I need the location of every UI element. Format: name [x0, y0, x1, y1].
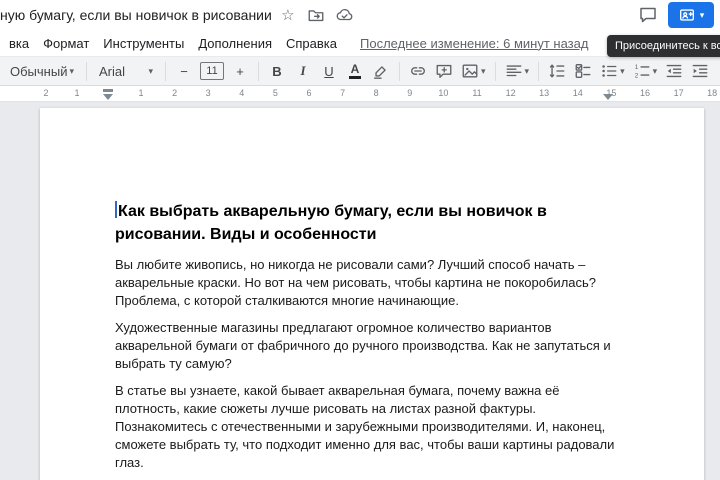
ruler-number: 13	[539, 88, 550, 98]
decrease-font-size-button[interactable]: −	[172, 59, 196, 83]
chevron-down-icon[interactable]: ▾	[700, 10, 705, 20]
decrease-indent-icon[interactable]	[662, 59, 686, 83]
paragraph-style-value: Обычный	[10, 63, 68, 79]
ruler-number: 2	[43, 88, 49, 98]
menu-item[interactable]: Формат	[36, 33, 96, 54]
cloud-status-icon[interactable]	[332, 3, 356, 27]
chevron-down-icon: ▾	[481, 65, 486, 76]
ruler-number: 8	[373, 88, 379, 98]
font-value: Arial	[99, 63, 126, 79]
ruler-number: 1	[138, 88, 144, 98]
ruler-number: 18	[707, 88, 718, 98]
toolbar-separator	[538, 61, 540, 81]
last-edited-link[interactable]: Последнее изменение: 6 минут назад	[360, 36, 588, 51]
chevron-down-icon: ▾	[620, 65, 625, 76]
toolbar-separator	[165, 61, 166, 81]
chevron-down-icon: ▾	[652, 65, 658, 76]
bold-button[interactable]: B	[265, 59, 289, 83]
star-icon[interactable]: ☆	[276, 3, 300, 27]
text-cursor	[115, 201, 117, 218]
menu-item[interactable]: Справка	[279, 33, 344, 54]
insert-link-icon[interactable]	[406, 59, 430, 83]
italic-button[interactable]: I	[291, 59, 315, 83]
numbered-list-icon[interactable]: 1 2 ▾	[630, 59, 661, 83]
ruler-number: 5	[272, 88, 278, 98]
chevron-down-icon: ▾	[524, 65, 530, 76]
line-spacing-icon[interactable]	[545, 59, 569, 83]
ruler-number: 10	[438, 88, 449, 98]
font-size-input[interactable]: 11	[200, 62, 224, 80]
first-line-indent-marker[interactable]	[103, 89, 113, 92]
ruler-number: 14	[572, 88, 583, 98]
menu-item[interactable]: Дополнения	[191, 33, 279, 54]
paragraph[interactable]: В статье вы узнаете, какой бывает акваре…	[115, 382, 615, 472]
heading-text: Как выбрать акварельную бумагу, если вы …	[115, 203, 547, 243]
text-color-bar	[349, 76, 361, 79]
comments-icon[interactable]	[636, 3, 660, 27]
toolbar: Обычный ▾ Arial ▾ − 11 + B I U A ▾ ▾ ▾ 1…	[0, 56, 720, 86]
ruler-number: 17	[673, 88, 684, 98]
left-indent-marker[interactable]	[103, 94, 113, 100]
increase-font-size-button[interactable]: +	[228, 59, 252, 83]
ruler-number: 3	[205, 88, 211, 98]
paragraph[interactable]: Вы любите живопись, но никогда не рисова…	[115, 256, 615, 310]
ruler-number: 7	[340, 88, 346, 98]
highlight-color-icon[interactable]	[369, 59, 393, 83]
text-color-button[interactable]: A	[343, 59, 367, 83]
svg-text:2: 2	[634, 72, 638, 79]
add-comment-icon[interactable]	[432, 59, 456, 83]
toolbar-separator	[258, 61, 259, 81]
bulleted-list-icon[interactable]: ▾	[597, 59, 628, 83]
toolbar-separator	[494, 61, 496, 81]
doc-body: Вы любите живопись, но никогда не рисова…	[115, 256, 615, 480]
ruler-number: 11	[472, 88, 482, 98]
ruler-number: 4	[239, 88, 245, 98]
document-heading[interactable]: Как выбрать акварельную бумагу, если вы …	[115, 200, 615, 246]
svg-text:1: 1	[634, 64, 638, 71]
paragraph[interactable]: Художественные магазины предлагают огром…	[115, 319, 615, 373]
align-left-icon[interactable]: ▾	[502, 59, 533, 83]
checklist-icon[interactable]	[571, 59, 595, 83]
move-folder-icon[interactable]	[304, 3, 328, 27]
join-call-button[interactable]: ▾	[668, 2, 714, 28]
document-canvas[interactable]: Как выбрать акварельную бумагу, если вы …	[0, 102, 720, 480]
insert-image-icon[interactable]: ▾	[458, 59, 489, 83]
chevron-down-icon: ▾	[148, 65, 153, 76]
menu-item[interactable]: Инструменты	[96, 33, 191, 54]
menu-item[interactable]: вка	[2, 33, 36, 54]
ruler-number: 15	[606, 88, 617, 98]
toolbar-separator	[86, 61, 87, 81]
join-call-tooltip: Присоединитесь к вс	[607, 35, 720, 57]
document-title[interactable]: ную бумагу, если вы новичок в рисовании	[0, 7, 272, 23]
ruler-number: 1	[74, 88, 80, 98]
paragraph-style-selector[interactable]: Обычный ▾	[4, 59, 80, 83]
titlebar-right-actions: ▾	[632, 2, 714, 28]
page[interactable]: Как выбрать акварельную бумагу, если вы …	[40, 108, 704, 480]
increase-indent-icon[interactable]	[688, 59, 712, 83]
underline-button[interactable]: U	[317, 59, 341, 83]
titlebar: ную бумагу, если вы новичок в рисовании …	[0, 0, 720, 57]
ruler-number: 12	[505, 88, 516, 98]
toolbar-separator	[399, 61, 400, 81]
google-docs-window: ную бумагу, если вы новичок в рисовании …	[0, 0, 720, 480]
ruler-number: 2	[172, 88, 178, 98]
text-color-letter: A	[350, 62, 360, 76]
ruler-number: 6	[306, 88, 312, 98]
chevron-down-icon: ▾	[69, 65, 74, 76]
ruler-number: 9	[407, 88, 413, 98]
menu-bar-items: вка Формат Инструменты Дополнения Справка	[2, 33, 344, 54]
ruler-number: 16	[639, 88, 651, 98]
font-selector[interactable]: Arial ▾	[93, 59, 159, 83]
ruler[interactable]: 2 1 1 2 3 4 5 6 7 8 9 10 11 12 13 14 15 16 17 18	[0, 86, 720, 102]
